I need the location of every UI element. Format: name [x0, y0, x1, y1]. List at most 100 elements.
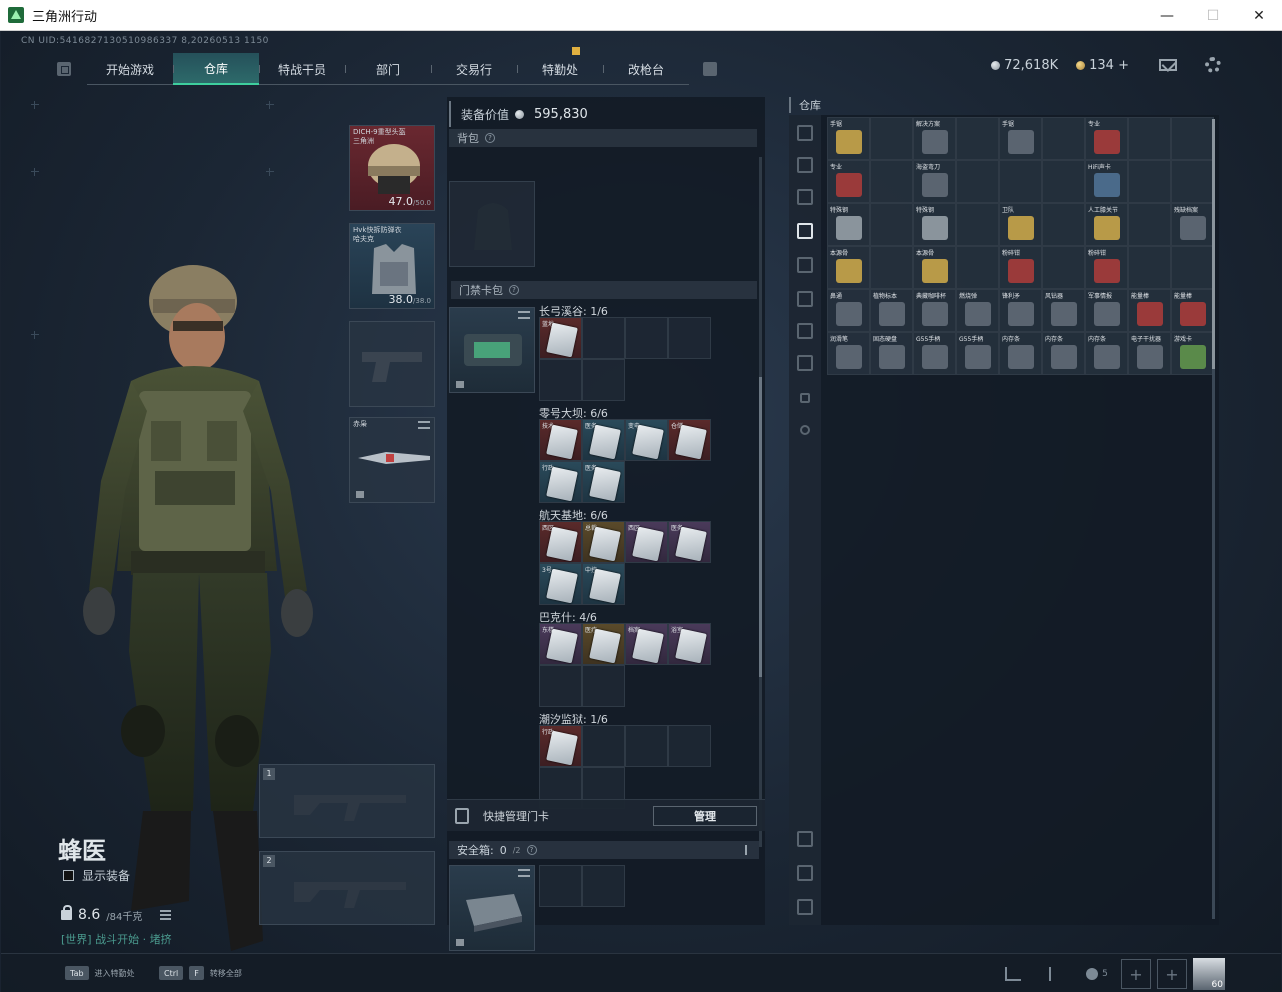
warehouse-cell[interactable] — [1128, 203, 1171, 246]
filter-ammo-icon[interactable] — [797, 257, 813, 273]
lock-icon[interactable] — [800, 393, 810, 403]
warehouse-cell[interactable] — [1128, 246, 1171, 289]
swap-icon[interactable] — [518, 311, 530, 319]
warehouse-item[interactable]: 鼻通 — [827, 289, 870, 332]
swap-icon[interactable] — [418, 421, 430, 429]
warehouse-cell[interactable] — [1042, 246, 1085, 289]
keycard-empty-cell[interactable] — [582, 665, 625, 707]
tab-3[interactable]: 部门 — [345, 53, 431, 85]
filter-weapon-icon[interactable] — [797, 157, 813, 173]
warehouse-cell[interactable] — [1171, 246, 1214, 289]
help-icon[interactable]: ? — [485, 133, 495, 143]
warehouse-item[interactable]: 粉碎钳 — [1085, 246, 1128, 289]
warehouse-cell[interactable] — [999, 160, 1042, 203]
filter-medical-icon[interactable] — [797, 291, 813, 307]
secondary-weapon-slot[interactable]: 2 — [259, 851, 435, 925]
warehouse-item[interactable]: 残缺档案 — [1171, 203, 1214, 246]
show-equipment-toggle[interactable]: 显示装备 — [63, 867, 130, 884]
warehouse-item[interactable]: 专业 — [827, 160, 870, 203]
keycard-item[interactable]: 医疗 — [582, 623, 625, 665]
invite-slot-button[interactable]: + — [1121, 959, 1151, 989]
help-icon[interactable]: ? — [509, 285, 519, 295]
hint-transfer-all[interactable]: Ctrl F 转移全部 — [159, 966, 242, 980]
warehouse-cell[interactable] — [870, 203, 913, 246]
warehouse-cell[interactable] — [870, 246, 913, 289]
warehouse-item[interactable]: 典藏咖啡杯 — [913, 289, 956, 332]
invite-slot-button[interactable]: + — [1157, 959, 1187, 989]
keycard-item[interactable]: 3号 — [539, 563, 582, 605]
keycard-item[interactable]: 医务 — [582, 419, 625, 461]
friends-button[interactable]: 5 — [1079, 959, 1115, 989]
keycard-item[interactable]: 医务 — [668, 521, 711, 563]
warehouse-item[interactable]: 电子干扰器 — [1128, 332, 1171, 375]
keycard-item[interactable]: 蓝地 — [539, 317, 582, 359]
tab-5[interactable]: 特勤处 — [517, 47, 603, 85]
warehouse-cell[interactable] — [870, 160, 913, 203]
warehouse-cell[interactable] — [1042, 203, 1085, 246]
warehouse-item[interactable]: 内存条 — [999, 332, 1042, 375]
warehouse-item[interactable]: 人工膝关节 — [1085, 203, 1128, 246]
tab-4[interactable]: 交易行 — [431, 53, 517, 85]
warehouse-cell[interactable] — [956, 160, 999, 203]
warehouse-cell[interactable] — [870, 117, 913, 160]
warehouse-item[interactable]: 能量棒 — [1128, 289, 1171, 332]
warehouse-item[interactable]: 本源骨 — [913, 246, 956, 289]
warehouse-item[interactable]: 军事情报 — [1085, 289, 1128, 332]
warehouse-item[interactable]: 粉碎钳 — [999, 246, 1042, 289]
keycard-empty-cell[interactable] — [582, 359, 625, 401]
layers-icon[interactable] — [797, 865, 813, 881]
keycard-case-slot[interactable] — [449, 307, 535, 393]
warehouse-scrollbar[interactable] — [1212, 119, 1215, 919]
loadout-scrollbar[interactable] — [759, 157, 762, 847]
pin-icon[interactable] — [745, 845, 751, 855]
add-currency-button[interactable]: + — [1118, 58, 1129, 73]
storage-expand-icon[interactable] — [797, 831, 813, 847]
keycard-empty-cell[interactable] — [625, 317, 668, 359]
warehouse-item[interactable]: 游戏卡 — [1171, 332, 1214, 375]
warehouse-item[interactable]: 能量棒 — [1171, 289, 1214, 332]
armor-slot[interactable]: Hvk快拆防弹衣 哈夫克 38.0/38.0 — [349, 223, 435, 309]
warehouse-item[interactable]: G55手柄 — [913, 332, 956, 375]
pistol-slot[interactable] — [349, 321, 435, 407]
help-icon[interactable]: ? — [526, 845, 537, 855]
tab-1[interactable]: 仓库 — [173, 53, 259, 85]
keycard-item[interactable]: 西区 — [625, 521, 668, 563]
warehouse-cell[interactable] — [956, 117, 999, 160]
gold-currency[interactable]: 134 + — [1076, 58, 1129, 73]
keycard-empty-cell[interactable] — [625, 725, 668, 767]
sort-icon[interactable] — [797, 899, 813, 915]
warehouse-cell[interactable] — [1128, 160, 1171, 203]
list-icon[interactable] — [160, 910, 172, 920]
warehouse-cell[interactable] — [1128, 117, 1171, 160]
warehouse-item[interactable]: HiFi声卡 — [1085, 160, 1128, 203]
swap-icon[interactable] — [518, 869, 530, 877]
warehouse-item[interactable]: 风钻器 — [1042, 289, 1085, 332]
warehouse-cell[interactable] — [1042, 160, 1085, 203]
filter-key-icon[interactable] — [797, 323, 813, 339]
keycard-empty-cell[interactable] — [582, 725, 625, 767]
keycard-item[interactable]: 中控 — [582, 563, 625, 605]
warehouse-item[interactable]: 海盗弯刀 — [913, 160, 956, 203]
nav-next-icon[interactable] — [703, 62, 717, 76]
keycard-empty-cell[interactable] — [668, 317, 711, 359]
settings-icon[interactable] — [800, 425, 810, 435]
filter-all-icon[interactable] — [797, 125, 813, 141]
stats-icon[interactable] — [995, 959, 1031, 989]
filter-collectible-icon[interactable] — [789, 217, 821, 245]
manage-button[interactable]: 管理 — [653, 806, 757, 826]
keycard-item[interactable]: 档案 — [625, 623, 668, 665]
warehouse-item[interactable]: 卫队 — [999, 203, 1042, 246]
flag-icon[interactable] — [1037, 959, 1073, 989]
keycard-item[interactable]: 技术 — [539, 419, 582, 461]
warehouse-item[interactable]: 固态硬盘 — [870, 332, 913, 375]
safe-box-cell[interactable] — [539, 865, 582, 907]
keycard-item[interactable]: 行政 — [539, 461, 582, 503]
keycard-item[interactable]: 浴室 — [668, 623, 711, 665]
keycard-empty-cell[interactable] — [539, 665, 582, 707]
keycard-item[interactable]: 变电 — [625, 419, 668, 461]
warehouse-item[interactable]: 燃烧弹 — [956, 289, 999, 332]
warehouse-item[interactable]: 锋利矛 — [999, 289, 1042, 332]
safe-box-cell[interactable] — [582, 865, 625, 907]
warehouse-item[interactable]: 本源骨 — [827, 246, 870, 289]
warehouse-cell[interactable] — [1171, 160, 1214, 203]
